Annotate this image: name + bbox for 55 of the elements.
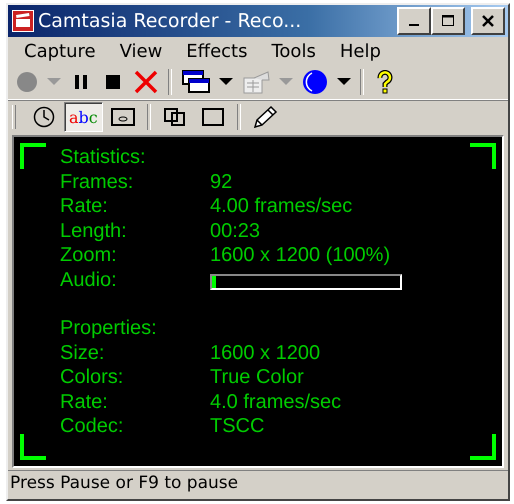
eye-icon <box>110 108 135 126</box>
field-label: Zoom: <box>60 243 118 268</box>
minimize-button[interactable] <box>397 7 431 35</box>
clock-icon <box>33 106 55 128</box>
menu-item[interactable]: Tools <box>259 40 328 62</box>
maximize-button[interactable] <box>431 7 465 35</box>
field-label: Length: <box>60 218 128 243</box>
window-title: Camtasia Recorder - Reco... <box>38 10 302 32</box>
moon-icon <box>302 69 328 95</box>
field-label: Codec: <box>60 414 124 438</box>
section-heading: Properties: <box>60 316 157 340</box>
field-value: 4.0 frames/sec <box>210 390 342 414</box>
close-button[interactable] <box>471 7 505 35</box>
text-button[interactable]: abc <box>64 102 103 132</box>
pencil-icon <box>252 105 278 129</box>
caret-icon <box>279 78 293 86</box>
help-icon <box>376 70 394 94</box>
field-label: Rate: <box>60 390 109 414</box>
menu-item[interactable]: Capture <box>12 40 108 62</box>
caret-icon <box>219 78 233 86</box>
windows-icon <box>182 70 210 94</box>
field-value: True Color <box>210 365 304 390</box>
field-value: 92 <box>210 170 232 194</box>
maximize-icon <box>441 14 455 28</box>
minimize-icon <box>409 24 419 26</box>
field-value: 00:23 <box>210 218 260 243</box>
section-heading: Statistics: <box>60 145 146 170</box>
pause-icon <box>74 74 88 90</box>
field-label: Colors: <box>60 365 124 390</box>
field-value: 1600 x 1200 (100%) <box>210 243 390 268</box>
caret-icon <box>47 78 61 86</box>
field-value: 4.00 frames/sec <box>210 194 352 218</box>
field-value: 1600 x 1200 <box>210 340 320 365</box>
properties-icon <box>242 70 270 94</box>
field-value: TSCC <box>210 414 264 438</box>
corner-bracket <box>20 434 46 460</box>
field-label: Rate: <box>60 194 109 218</box>
overlapping-squares-icon <box>164 108 186 126</box>
square-icon <box>202 108 224 126</box>
status-text: Press Pause or F9 to pause <box>8 470 508 499</box>
close-icon <box>481 14 495 28</box>
corner-bracket <box>470 143 496 169</box>
menu-item[interactable]: Effects <box>174 40 260 62</box>
caret-icon <box>337 78 351 86</box>
clapperboard-icon <box>12 10 34 32</box>
field-label: Audio: <box>60 268 118 292</box>
circle-icon <box>16 71 38 93</box>
x-icon <box>134 70 158 94</box>
corner-bracket <box>20 143 46 169</box>
stop-icon <box>106 75 120 89</box>
menu-item[interactable]: View <box>108 40 174 62</box>
corner-bracket <box>470 434 496 460</box>
menu-item[interactable]: Help <box>328 40 393 62</box>
field-label: Size: <box>60 340 106 365</box>
field-label: Frames: <box>60 170 134 194</box>
